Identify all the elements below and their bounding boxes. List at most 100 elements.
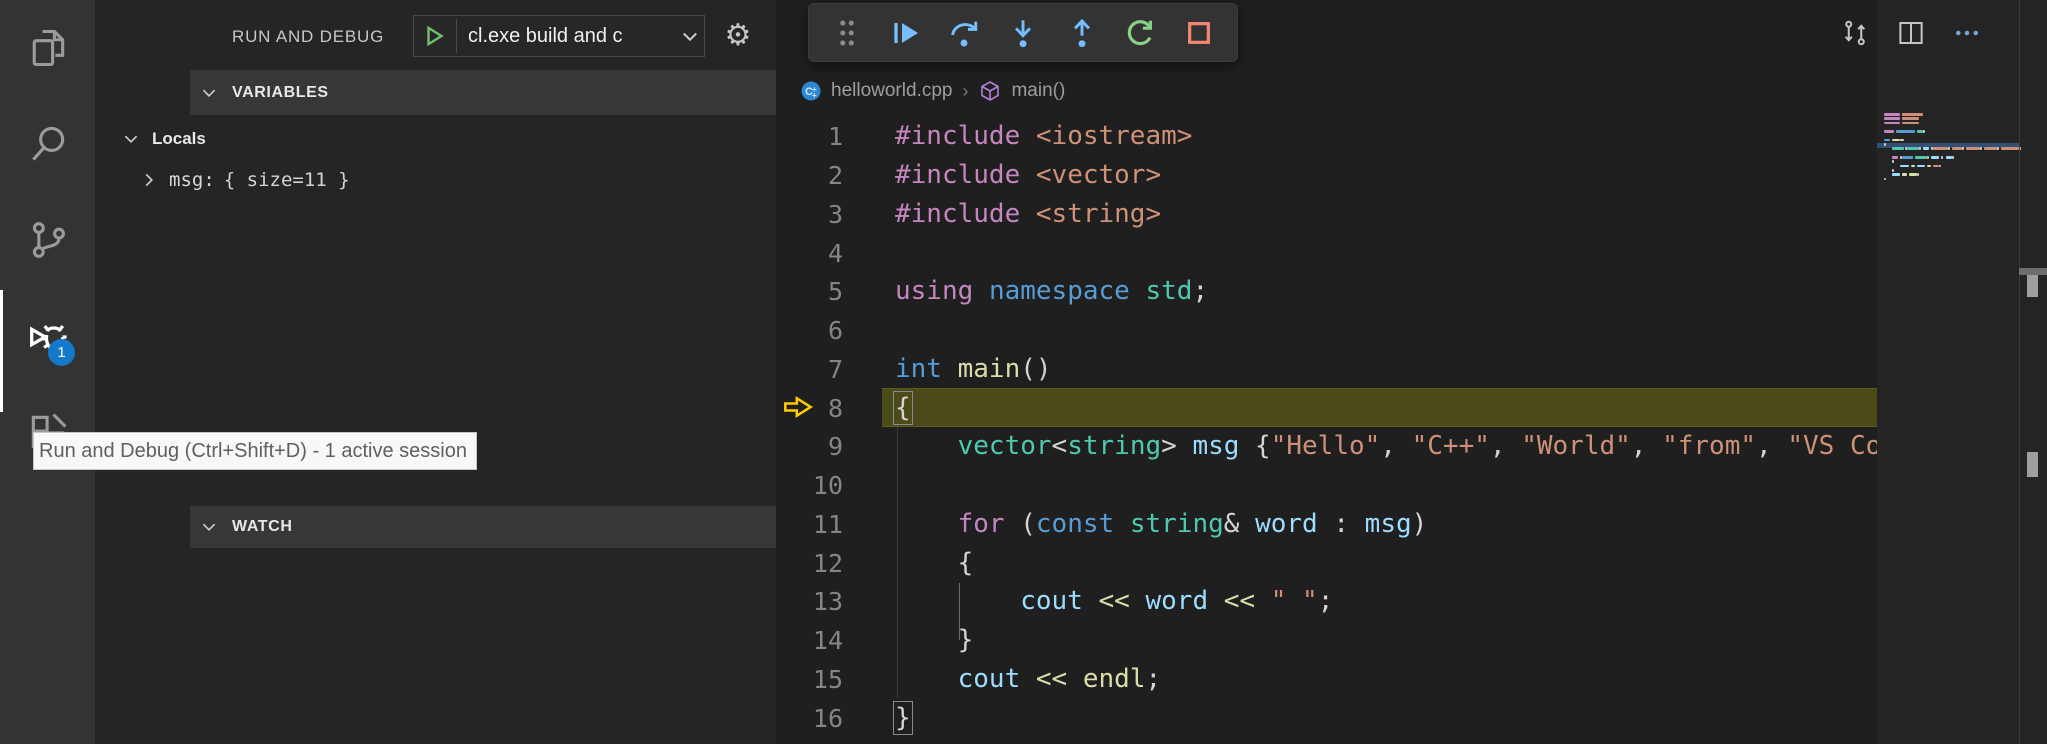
minimap-line [1902,156,1912,159]
minimap[interactable] [1877,0,2047,744]
line-number[interactable]: 12 [776,544,843,583]
launch-configuration-dropdown[interactable]: cl.exe build and c [413,15,705,57]
step-out-button[interactable] [1066,17,1098,49]
code-token-plain [1020,121,1036,151]
minimap-divider [2019,0,2020,744]
line-number[interactable]: 9 [776,427,843,466]
code-line[interactable]: } [895,621,973,660]
code-token-var: msg [1365,509,1412,539]
minimap-line [1923,147,1929,150]
line-number[interactable]: 10 [776,466,843,505]
code-line[interactable]: using namespace std; [895,272,1208,311]
minimap-line [1952,147,1962,150]
drag-grip-icon[interactable] [831,17,863,49]
code-line[interactable]: int main() [895,350,1052,389]
code-line[interactable]: vector<string> msg {"Hello", "C++", "Wor… [895,427,1877,466]
minimap-line [2001,147,2019,150]
minimap-line [1884,130,1894,133]
activity-bar [0,0,95,744]
chevron-down-icon[interactable] [680,26,700,46]
breadcrumb-symbol[interactable]: main() [1011,80,1065,102]
code-line[interactable]: #include <string> [895,195,1161,234]
code-token-plain [895,664,958,694]
code-token-plain [1083,586,1099,616]
restart-button[interactable] [1124,17,1156,49]
watch-section-header[interactable]: WATCH [190,506,871,548]
watch-section-label: WATCH [232,518,292,536]
minimap-line [1966,147,1980,150]
badge-count: 1 [57,344,65,361]
stop-button[interactable] [1183,17,1215,49]
code-token-plain: : [1318,509,1365,539]
line-number[interactable]: 14 [776,621,843,660]
split-editor-icon[interactable] [1896,18,1926,48]
line-number[interactable]: 4 [776,234,843,273]
code-token-fn: << [1224,586,1255,616]
code-token-dir: for [958,509,1005,539]
code-token-plain [895,586,1020,616]
sidebar-item-explorer[interactable] [0,0,95,96]
minimap-line [1997,147,1999,150]
code-line[interactable]: } [895,699,911,738]
minimap-line [1948,147,1950,150]
tooltip-text: Run and Debug (Ctrl+Shift+D) - 1 active … [39,440,467,463]
step-into-button[interactable] [1007,17,1039,49]
variable-value: { size=11 } [224,169,350,191]
run-and-debug-sidebar: RUN AND DEBUG cl.exe build and c ⚙ › VAR… [95,0,776,744]
debug-settings-gear-icon[interactable]: ⚙ [721,19,755,53]
minimap-line [1984,147,1996,150]
code-token-plain: ; [1318,586,1334,616]
code-line[interactable]: { [895,544,973,583]
minimap-line [1892,169,1894,172]
code-token-plain: } [895,703,911,733]
code-token-kw: int [895,354,942,384]
open-changes-icon[interactable] [1840,18,1870,48]
sidebar-item-search[interactable] [0,96,95,192]
line-number[interactable]: 15 [776,660,843,699]
minimap-line [1902,113,1923,116]
code-token-type: std [1145,276,1192,306]
code-line[interactable]: for (const string& word : msg) [895,505,1427,544]
scope-label: Locals [152,129,206,149]
step-over-button[interactable] [948,17,980,49]
code-line[interactable]: { [895,389,911,428]
variables-section-header[interactable]: VARIABLES [190,70,871,115]
sidebar-item-source-control[interactable] [0,192,95,288]
variable-row-msg[interactable]: msg: { size=11 } [140,160,350,200]
code-token-plain [1114,509,1130,539]
line-number[interactable]: 5 [776,272,843,311]
launch-config-value[interactable]: cl.exe build and c [468,25,680,48]
minimap-line [1892,139,1900,142]
minimap-line [1884,122,1900,125]
line-number[interactable]: 6 [776,311,843,350]
code-token-var: cout [958,664,1021,694]
code-line[interactable]: #include <vector> [895,156,1161,195]
code-token-plain: { [895,548,973,578]
code-token-dir: #include [895,199,1020,229]
code-token-plain [942,354,958,384]
line-number[interactable]: 11 [776,505,843,544]
variable-name: msg: [169,169,215,191]
code-token-plain: , [1380,431,1411,461]
line-number[interactable]: 1 [776,117,843,156]
dropdown-separator [456,19,457,53]
continue-button[interactable] [890,17,922,49]
line-number[interactable]: 2 [776,156,843,195]
code-line[interactable]: cout << endl; [895,660,1161,699]
line-number[interactable]: 16 [776,699,843,738]
breadcrumb-file[interactable]: helloworld.cpp [831,80,952,102]
code-token-type: vector [958,431,1052,461]
line-number[interactable]: 3 [776,195,843,234]
start-debugging-icon[interactable] [422,23,448,49]
more-actions-icon[interactable] [1952,18,1982,48]
code-line[interactable]: cout << word << " "; [895,582,1333,621]
locals-scope-row[interactable]: Locals [122,120,206,158]
sidebar-item-run-and-debug[interactable] [0,288,95,384]
code-token-var: cout [1020,586,1083,616]
code-line[interactable]: #include <iostream> [895,117,1192,156]
code-editor[interactable]: 12345678910111213141516 #include <iostre… [776,0,1877,744]
source-control-icon [26,218,70,262]
line-number[interactable]: 13 [776,582,843,621]
chevron-right-icon[interactable] [140,171,158,189]
line-number[interactable]: 7 [776,350,843,389]
